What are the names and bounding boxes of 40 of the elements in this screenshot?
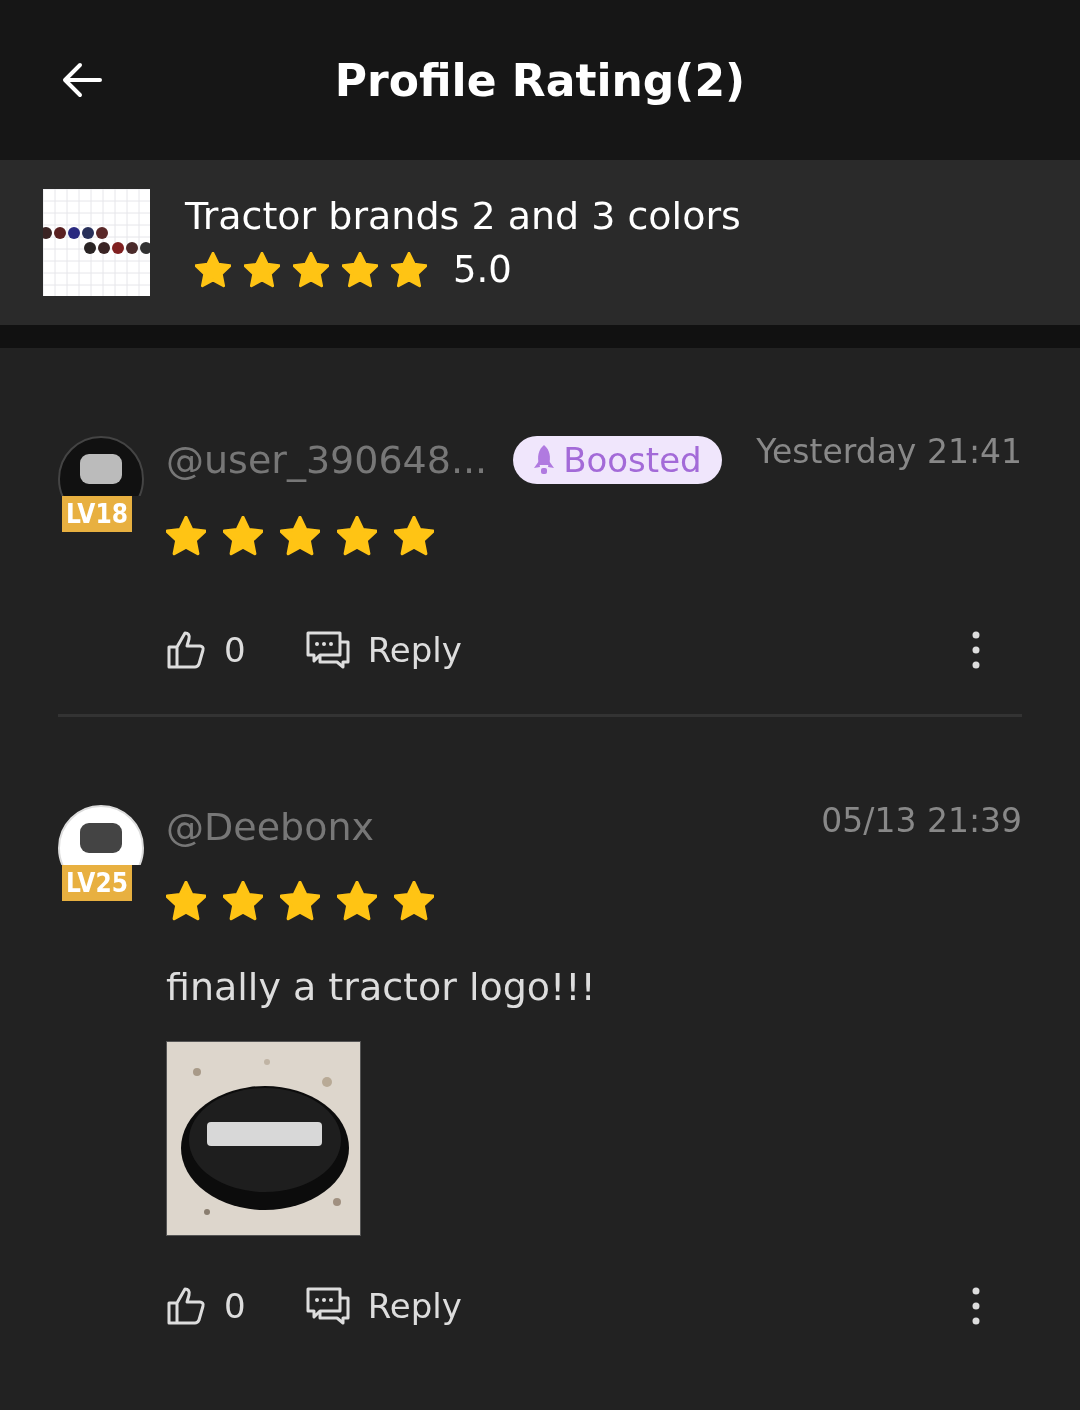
username[interactable]: @user_390648...	[166, 438, 488, 482]
star-icon	[280, 516, 320, 556]
more-button[interactable]	[972, 631, 980, 669]
more-icon	[972, 1287, 980, 1325]
chat-icon	[305, 630, 350, 670]
thumbs-up-icon	[166, 630, 206, 670]
review-time: Yesterday 21:41	[756, 432, 1022, 471]
back-arrow-icon	[62, 62, 102, 98]
review-text: finally a tractor logo!!!	[166, 965, 597, 1009]
star-icon	[280, 881, 320, 921]
rating-score: 5.0	[453, 248, 512, 291]
star-icon	[342, 251, 378, 288]
boosted-badge: Boosted	[513, 436, 722, 484]
star-icon	[394, 881, 434, 921]
like-button[interactable]: 0	[166, 630, 246, 670]
reply-button[interactable]: Reply	[305, 630, 462, 670]
chat-icon	[305, 1286, 350, 1326]
review-time: 05/13 21:39	[821, 801, 1022, 840]
rocket-icon	[533, 444, 556, 476]
more-icon	[972, 631, 980, 669]
level-badge: LV18	[62, 496, 132, 532]
like-button[interactable]: 0	[166, 1286, 246, 1326]
star-icon	[337, 881, 377, 921]
star-icon	[223, 516, 263, 556]
star-icon	[391, 251, 427, 288]
reply-button[interactable]: Reply	[305, 1286, 462, 1326]
more-button[interactable]	[972, 1287, 980, 1325]
level-badge: LV25	[62, 865, 132, 901]
star-icon	[337, 516, 377, 556]
star-icon	[223, 881, 263, 921]
model-title: Tractor brands 2 and 3 colors	[185, 194, 741, 238]
page-title: Profile Rating(2)	[334, 54, 746, 106]
star-icon	[244, 251, 280, 288]
thumbs-up-icon	[166, 1286, 206, 1326]
star-icon	[166, 516, 206, 556]
username[interactable]: @Deebonx	[166, 805, 374, 849]
star-icon	[166, 881, 206, 921]
star-icon	[293, 251, 329, 288]
star-icon	[394, 516, 434, 556]
star-icon	[195, 251, 231, 288]
